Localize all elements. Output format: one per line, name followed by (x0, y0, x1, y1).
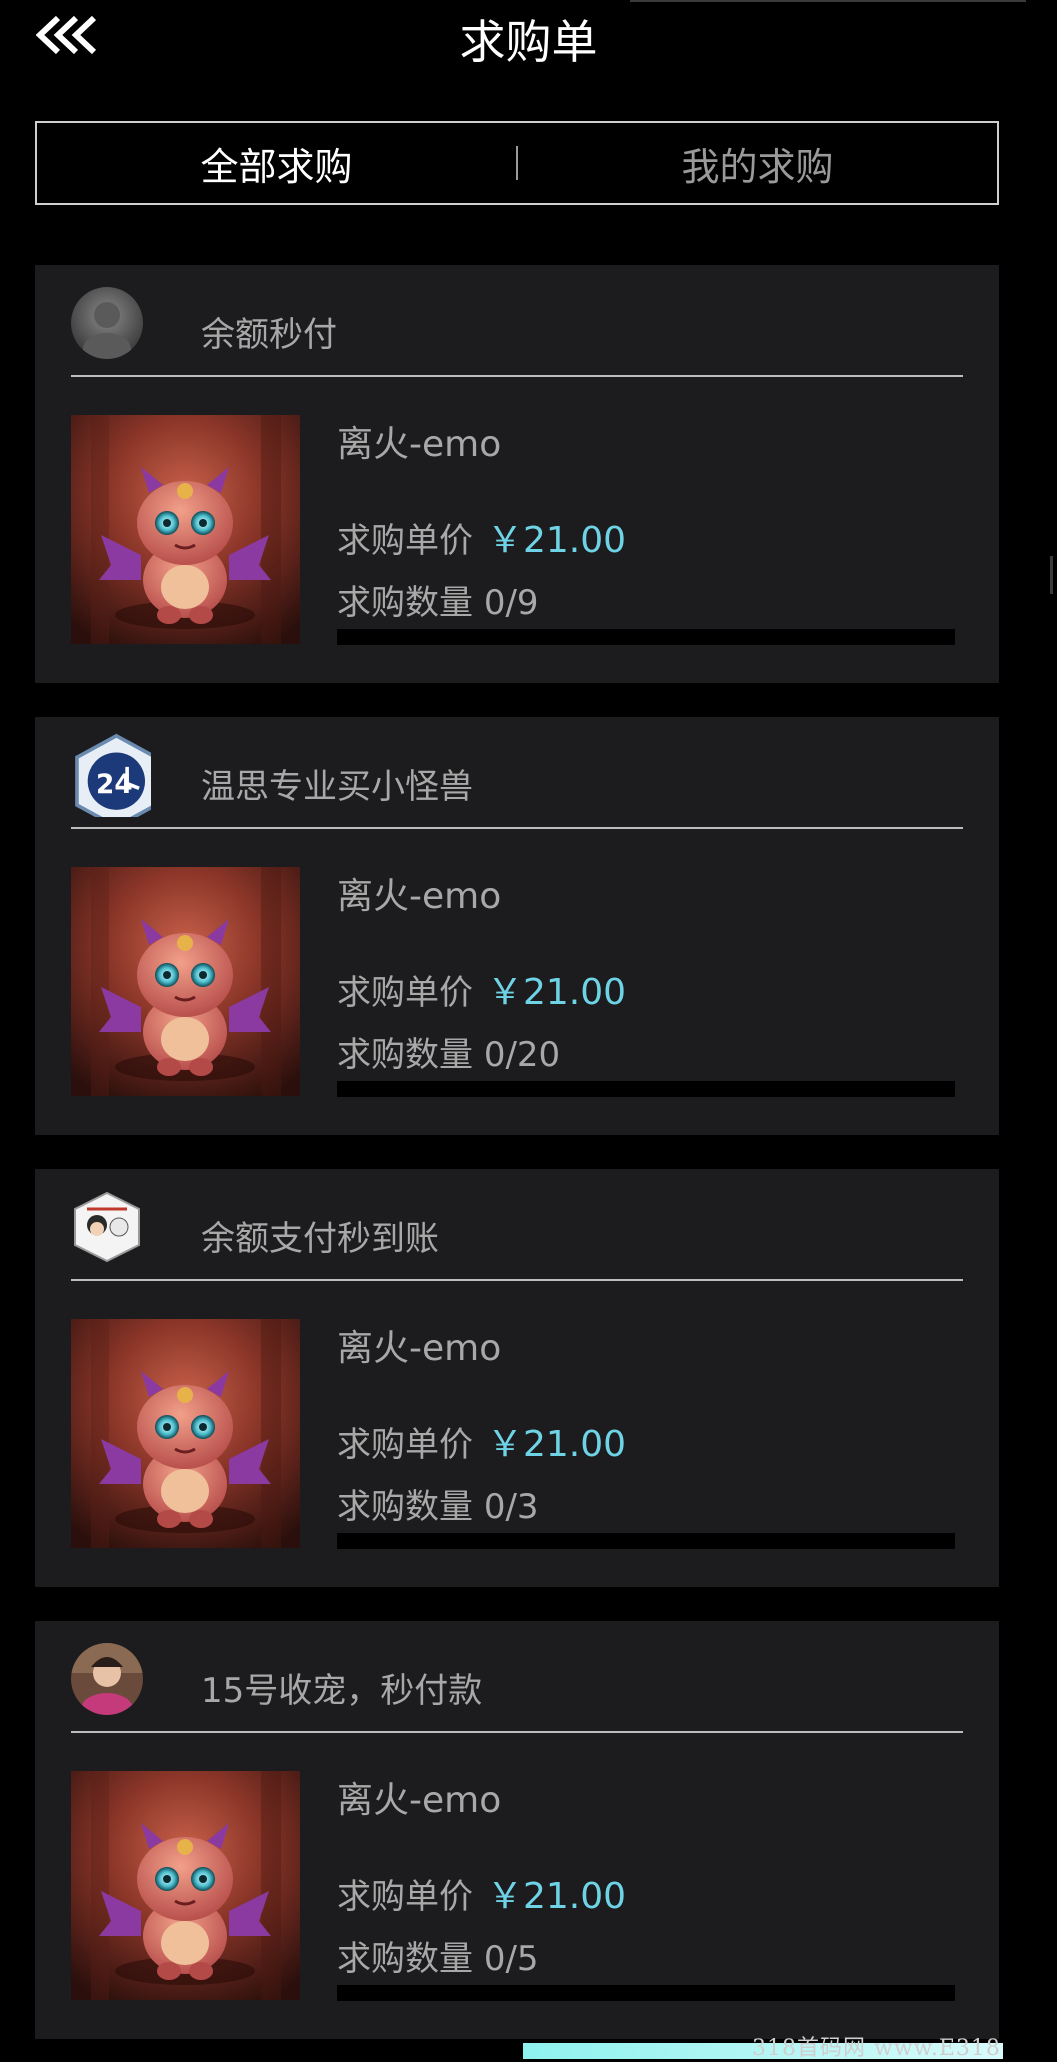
quantity-row: 求购数量 0/3 (337, 1479, 539, 1528)
quantity-value: 0/9 (483, 583, 539, 623)
price-label: 求购单价 (337, 973, 473, 1013)
quantity-row: 求购数量 0/5 (337, 1931, 539, 1980)
price-value: ￥21.00 (487, 520, 627, 561)
default-user-avatar-icon (71, 287, 143, 359)
scrollbar[interactable] (1050, 556, 1053, 594)
product-thumbnail (71, 1319, 300, 1548)
price-label: 求购单价 (337, 1877, 473, 1917)
price-value: ￥21.00 (487, 1424, 627, 1465)
tab-all-requests[interactable]: 全部求购 (37, 136, 516, 191)
quantity-label: 求购数量 (337, 583, 473, 623)
card-header: 余额秒付 (71, 287, 963, 377)
price-row: 求购单价 ￥21.00 (337, 1415, 626, 1467)
header: 求购单 (0, 0, 1057, 80)
order-card[interactable]: 24 温思专业买小怪兽 离火-emo 求购单价 ￥21.00 求购数量 0/20 (35, 717, 999, 1135)
seller-name: 余额秒付 (201, 315, 337, 355)
quantity-label: 求购数量 (337, 1939, 473, 1979)
quantity-row: 求购数量 0/20 (337, 1027, 560, 1076)
tab-my-requests[interactable]: 我的求购 (518, 136, 997, 191)
product-name: 离火-emo (337, 424, 502, 465)
seller-name: 余额支付秒到账 (201, 1219, 439, 1259)
price-row: 求购单价 ￥21.00 (337, 963, 626, 1015)
order-card[interactable]: 余额支付秒到账 离火-emo 求购单价 ￥21.00 求购数量 0/3 (35, 1169, 999, 1587)
card-header: 余额支付秒到账 (71, 1191, 963, 1281)
quantity-label: 求购数量 (337, 1035, 473, 1075)
product-thumbnail (71, 1771, 300, 2000)
page-title: 求购单 (459, 15, 598, 69)
24-hours-badge-avatar-icon: 24 (75, 733, 151, 817)
price-label: 求购单价 (337, 1425, 473, 1465)
quantity-label: 求购数量 (337, 1487, 473, 1527)
photo-avatar-icon (71, 1643, 143, 1715)
watermark-text: 318首码网 www.E318 (752, 2036, 1001, 2061)
price-value: ￥21.00 (487, 972, 627, 1013)
quantity-row: 求购数量 0/9 (337, 575, 539, 624)
price-row: 求购单价 ￥21.00 (337, 1867, 626, 1919)
top-divider (630, 0, 1026, 2)
card-header: 15号收宠，秒付款 (71, 1643, 963, 1733)
tab-bar: 全部求购 我的求购 (35, 121, 999, 205)
price-value: ￥21.00 (487, 1876, 627, 1917)
order-card[interactable]: 15号收宠，秒付款 离火-emo 求购单价 ￥21.00 求购数量 0/5 (35, 1621, 999, 2039)
card-header: 24 温思专业买小怪兽 (71, 733, 963, 829)
price-label: 求购单价 (337, 521, 473, 561)
progress-bar (337, 1985, 955, 2001)
cartoon-badge-avatar-icon (74, 1191, 140, 1263)
progress-bar (337, 1533, 955, 1549)
product-thumbnail (71, 867, 300, 1096)
seller-name: 温思专业买小怪兽 (201, 767, 473, 807)
quantity-value: 0/20 (483, 1035, 561, 1075)
product-name: 离火-emo (337, 1780, 502, 1821)
quantity-value: 0/5 (483, 1939, 539, 1979)
product-name: 离火-emo (337, 876, 502, 917)
product-thumbnail (71, 415, 300, 644)
quantity-value: 0/3 (483, 1487, 539, 1527)
price-row: 求购单价 ￥21.00 (337, 511, 626, 563)
seller-name: 15号收宠，秒付款 (201, 1671, 483, 1711)
order-card[interactable]: 余额秒付 离火-emo 求购单价 ￥21.00 求购数量 0/9 (35, 265, 999, 683)
product-name: 离火-emo (337, 1328, 502, 1369)
progress-bar (337, 1081, 955, 1097)
progress-bar (337, 629, 955, 645)
